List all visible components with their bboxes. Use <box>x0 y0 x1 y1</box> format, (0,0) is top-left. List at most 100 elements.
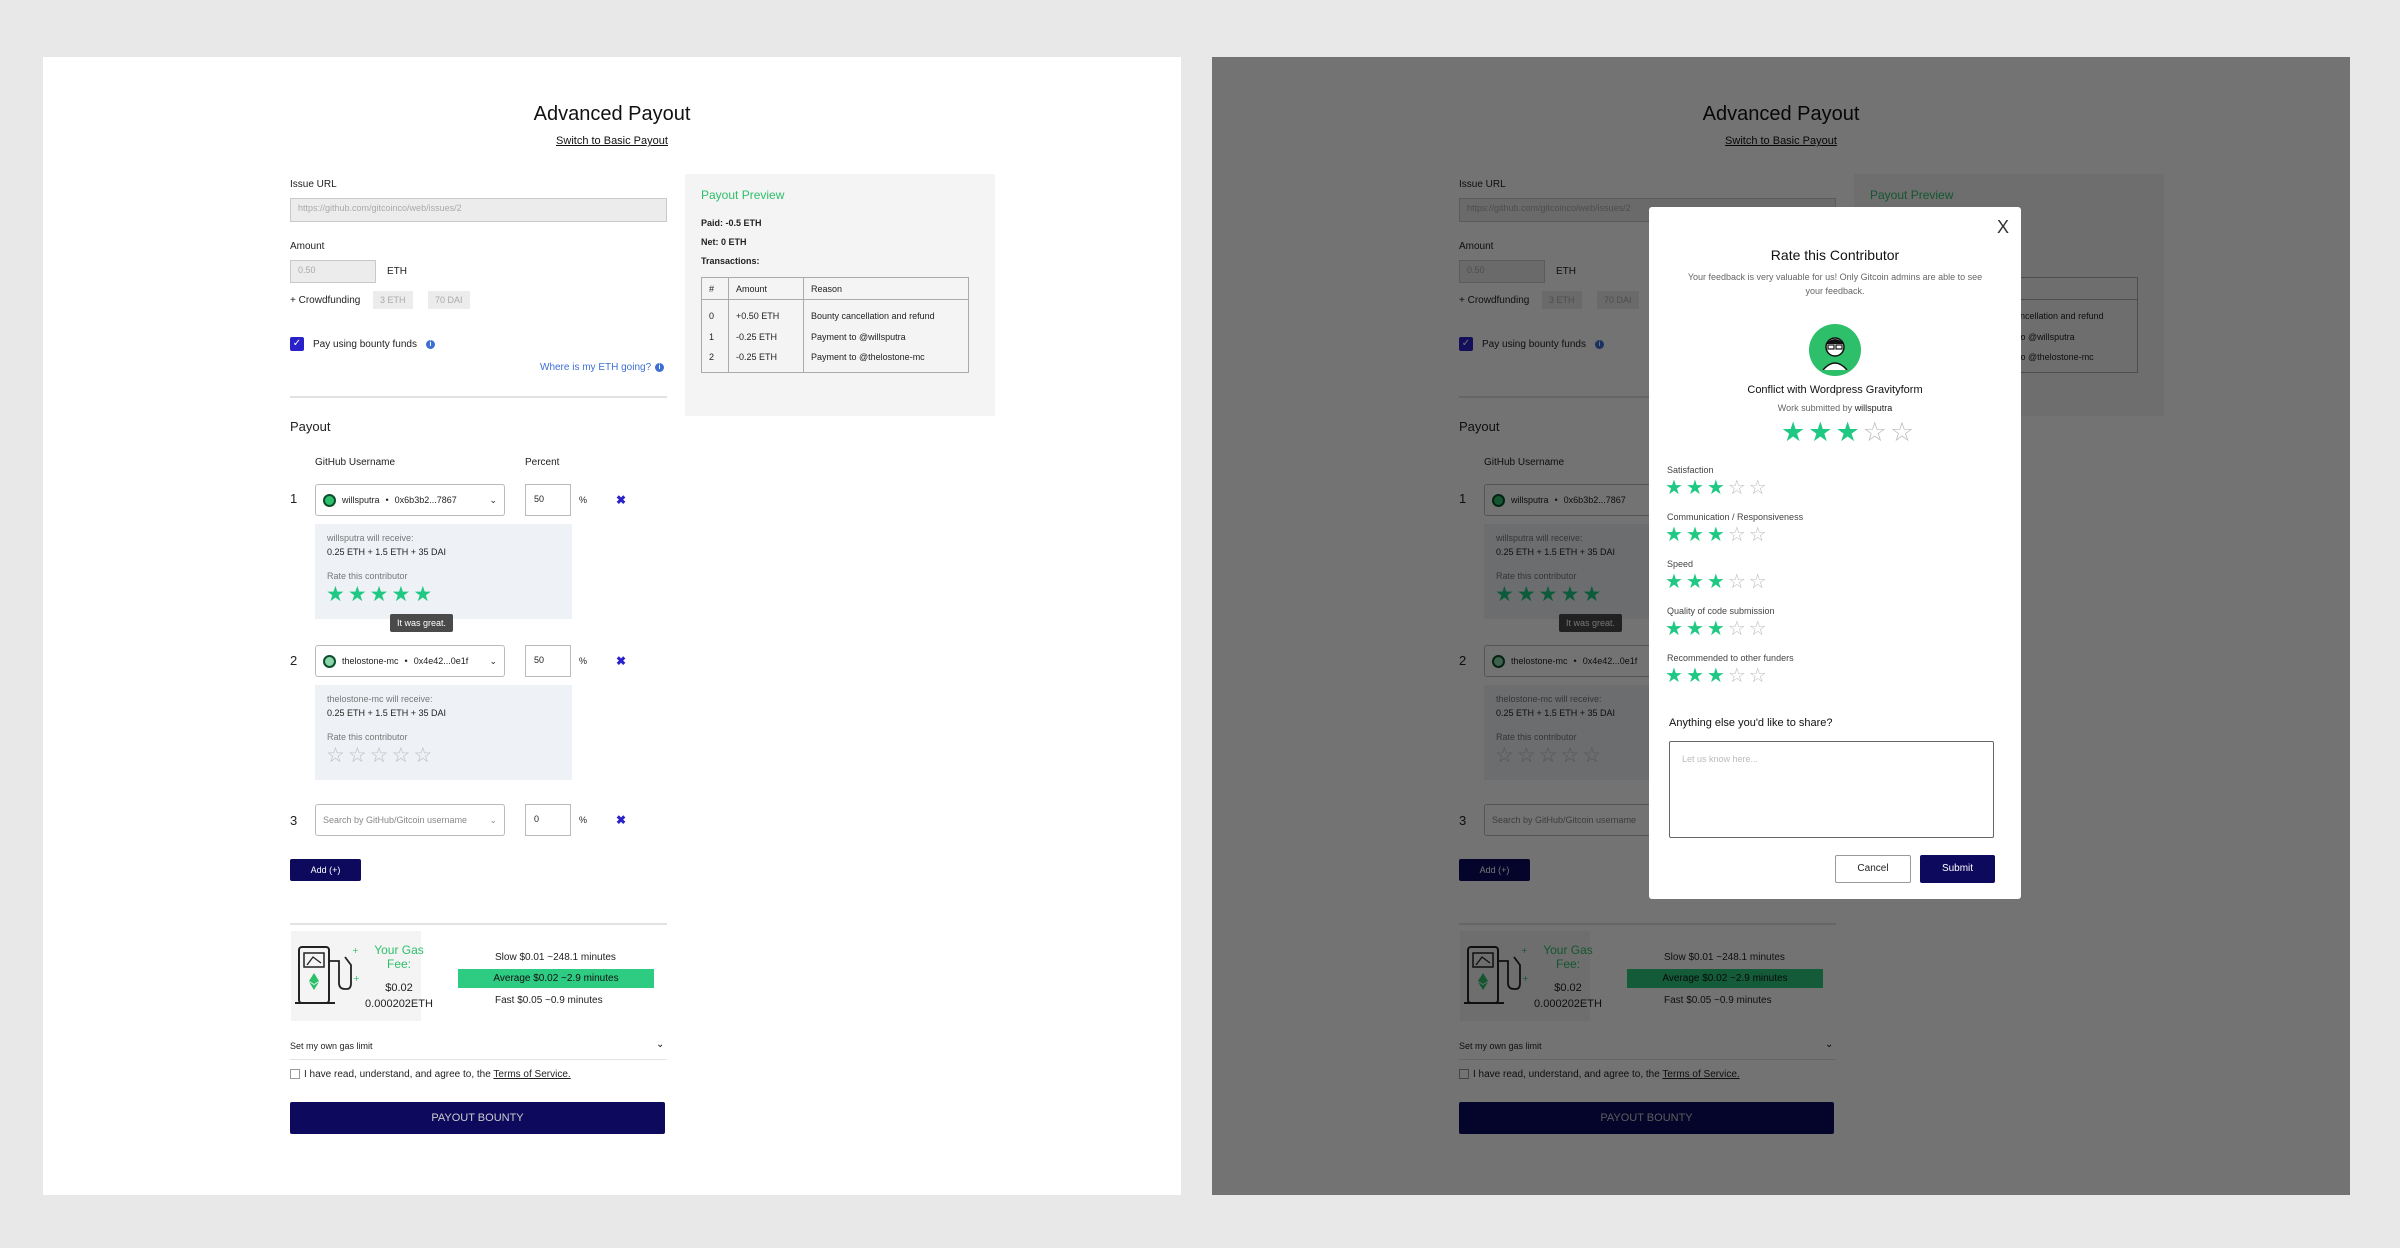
star-icon[interactable]: ☆ <box>1728 525 1746 545</box>
rate-label: Rate this contributor <box>327 732 408 742</box>
crowdfunding-chip-dai[interactable]: 70 DAI <box>428 291 470 309</box>
pay-bounty-checkbox[interactable]: ✓ <box>290 337 304 351</box>
tos-checkbox[interactable] <box>290 1069 300 1079</box>
rate-label: Rate this contributor <box>327 571 408 581</box>
criteria-rating-stars[interactable]: ★ ★ ★ ☆ ☆ <box>1665 666 1767 686</box>
svg-text:+: + <box>352 946 359 955</box>
rating-stars[interactable]: ★★★★★ <box>326 584 432 605</box>
star-icon[interactable]: ☆ <box>391 745 410 766</box>
cell: +0.50 ETH <box>728 299 804 327</box>
payout-preview-panel: Payout Preview Paid: -0.5 ETH Net: 0 ETH… <box>685 174 995 416</box>
star-icon[interactable]: ★ <box>1707 666 1725 686</box>
star-icon[interactable]: ★ <box>1665 478 1683 498</box>
gas-option-fast[interactable]: Fast $0.05 ~0.9 minutes <box>495 995 603 1006</box>
percent-input[interactable]: 50 <box>525 645 571 677</box>
star-icon[interactable]: ☆ <box>1728 619 1746 639</box>
star-icon[interactable]: ★ <box>1781 419 1805 446</box>
feedback-textarea[interactable]: Let us know here... <box>1669 741 1994 838</box>
star-icon[interactable]: ☆ <box>1749 478 1767 498</box>
percent-input[interactable]: 50 <box>525 484 571 516</box>
amount-input[interactable]: 0.50 <box>290 260 376 283</box>
transactions-table: # Amount Reason 0 +0.50 ETH Bounty cance… <box>701 277 969 373</box>
overall-rating-stars[interactable]: ★ ★ ★ ☆ ☆ <box>1781 419 1914 446</box>
criteria-label: Quality of code submission <box>1667 606 1775 616</box>
close-icon[interactable]: X <box>1997 217 2009 238</box>
star-icon[interactable]: ★ <box>326 584 345 605</box>
star-icon[interactable]: ★ <box>1808 419 1832 446</box>
star-icon[interactable]: ☆ <box>1728 666 1746 686</box>
crowdfunding-chip-eth[interactable]: 3 ETH <box>373 291 413 309</box>
tos-link[interactable]: Terms of Service. <box>493 1069 570 1080</box>
star-icon[interactable]: ☆ <box>1749 525 1767 545</box>
remove-icon[interactable]: ✖ <box>616 654 626 668</box>
criteria-rating-stars[interactable]: ★ ★ ★ ☆ ☆ <box>1665 478 1767 498</box>
submit-button[interactable]: Submit <box>1920 855 1995 883</box>
switch-basic-link[interactable]: Switch to Basic Payout <box>43 135 1181 147</box>
star-icon[interactable]: ★ <box>1707 619 1725 639</box>
gas-option-average[interactable]: Average $0.02 ~2.9 minutes <box>458 969 654 988</box>
star-icon[interactable]: ★ <box>1707 478 1725 498</box>
work-user: willsputra <box>1854 403 1893 413</box>
criteria-rating-stars[interactable]: ★ ★ ★ ☆ ☆ <box>1665 525 1767 545</box>
star-icon[interactable]: ★ <box>1686 525 1704 545</box>
percent-symbol: % <box>579 495 588 505</box>
star-icon[interactable]: ★ <box>1686 572 1704 592</box>
star-icon[interactable]: ★ <box>1686 478 1704 498</box>
payout-bounty-button[interactable]: PAYOUT BOUNTY <box>290 1102 665 1134</box>
star-icon[interactable]: ☆ <box>370 745 389 766</box>
cancel-button[interactable]: Cancel <box>1835 855 1911 883</box>
star-icon[interactable]: ★ <box>413 584 432 605</box>
amount-label: Amount <box>290 241 325 252</box>
crowdfunding-label[interactable]: + Crowdfunding <box>290 295 360 306</box>
star-icon[interactable]: ★ <box>1835 419 1859 446</box>
criteria-rating-stars[interactable]: ★ ★ ★ ☆ ☆ <box>1665 572 1767 592</box>
star-icon[interactable]: ★ <box>1665 666 1683 686</box>
star-icon[interactable]: ★ <box>1665 619 1683 639</box>
col-username-label: GitHub Username <box>315 457 396 468</box>
star-icon[interactable]: ☆ <box>413 745 432 766</box>
issue-url-input[interactable]: https://github.com/gitcoinco/web/issues/… <box>290 198 667 222</box>
col-amount: Amount <box>728 277 804 300</box>
star-icon[interactable]: ★ <box>1686 619 1704 639</box>
star-icon[interactable]: ★ <box>1707 525 1725 545</box>
user-address: 0x6b3b2...7867 <box>394 495 457 505</box>
criteria-rating-stars[interactable]: ★ ★ ★ ☆ ☆ <box>1665 619 1767 639</box>
star-icon[interactable]: ☆ <box>1890 419 1914 446</box>
user-address: 0x4e42...0e1f <box>413 656 469 666</box>
user-select[interactable]: willsputra • 0x6b3b2...7867 ⌄ <box>315 484 505 516</box>
gas-option-slow[interactable]: Slow $0.01 ~248.1 minutes <box>495 952 616 963</box>
user-select[interactable]: thelostone-mc • 0x4e42...0e1f ⌄ <box>315 645 505 677</box>
remove-icon[interactable]: ✖ <box>616 813 626 827</box>
col-percent-label: Percent <box>525 457 560 468</box>
star-icon[interactable]: ★ <box>1665 525 1683 545</box>
percent-input[interactable]: 0 <box>525 804 571 836</box>
star-icon[interactable]: ☆ <box>1749 666 1767 686</box>
info-icon[interactable]: i <box>426 340 435 349</box>
star-icon[interactable]: ★ <box>1707 572 1725 592</box>
chevron-down-icon: ⌄ <box>489 655 497 666</box>
gas-limit-toggle[interactable]: Set my own gas limit <box>290 1041 373 1051</box>
where-eth-link[interactable]: Where is my ETH going? <box>540 362 651 373</box>
star-icon[interactable]: ☆ <box>326 745 345 766</box>
separator-dot: • <box>385 495 389 505</box>
star-icon[interactable]: ☆ <box>1749 572 1767 592</box>
chevron-down-icon[interactable]: ⌄ <box>656 1039 664 1050</box>
info-icon[interactable]: i <box>655 363 664 372</box>
star-icon[interactable]: ☆ <box>1749 619 1767 639</box>
user-search-select[interactable]: Search by GitHub/Gitcoin username ⌄ <box>315 804 505 836</box>
star-icon[interactable]: ☆ <box>1728 478 1746 498</box>
star-icon[interactable]: ★ <box>1686 666 1704 686</box>
star-icon[interactable]: ★ <box>370 584 389 605</box>
star-icon[interactable]: ★ <box>1665 572 1683 592</box>
remove-icon[interactable]: ✖ <box>616 493 626 507</box>
star-icon[interactable]: ☆ <box>1728 572 1746 592</box>
star-icon[interactable]: ★ <box>348 584 367 605</box>
preview-title: Payout Preview <box>701 188 785 202</box>
star-icon[interactable]: ☆ <box>348 745 367 766</box>
star-icon[interactable]: ★ <box>391 584 410 605</box>
advanced-payout-page-with-modal: Advanced Payout Switch to Basic Payout I… <box>1212 57 2350 1195</box>
avatar-icon <box>323 654 336 668</box>
star-icon[interactable]: ☆ <box>1863 419 1887 446</box>
rating-stars[interactable]: ☆☆☆☆☆ <box>326 745 432 766</box>
add-button[interactable]: Add (+) <box>290 859 361 881</box>
